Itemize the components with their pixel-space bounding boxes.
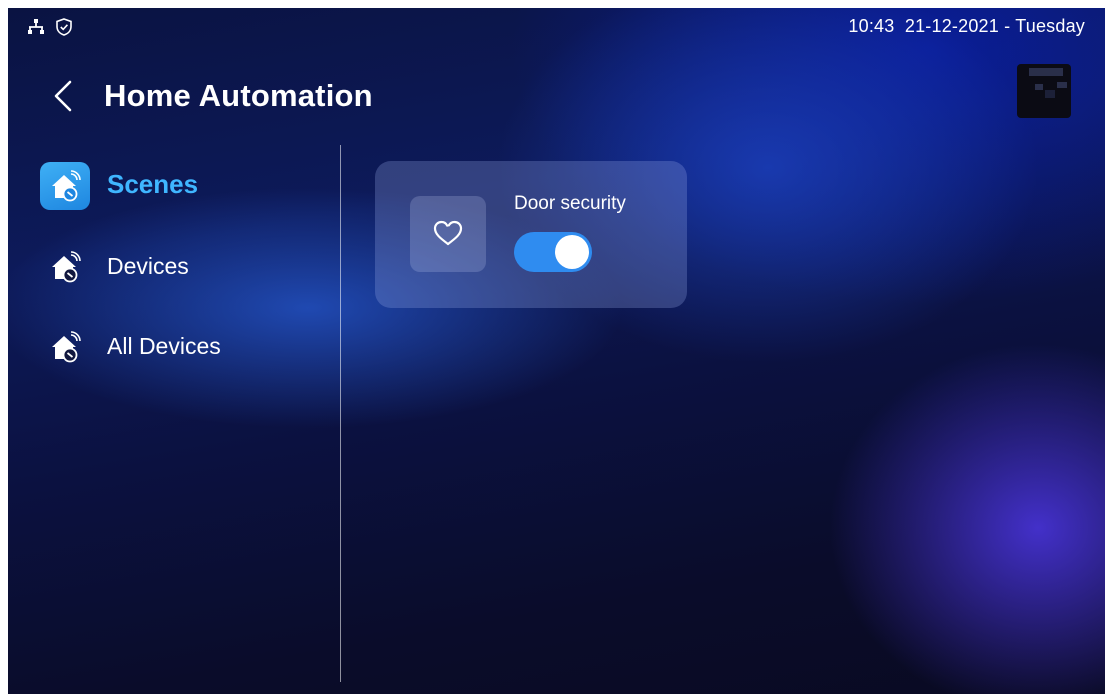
sidebar-divider [340, 145, 341, 682]
network-icon [26, 17, 46, 37]
sidebar-item-label: All Devices [107, 333, 221, 359]
toggle-knob [555, 235, 589, 269]
back-button[interactable] [48, 76, 78, 116]
smart-home-icon [52, 170, 81, 202]
status-clock: 10:43 21-12-2021 - Tuesday [848, 16, 1085, 37]
status-date: 21-12-2021 - Tuesday [904, 16, 1085, 36]
sidebar-item-devices[interactable]: Devices [40, 241, 320, 293]
scene-name: Door security [514, 193, 626, 214]
sidebar-icon-box [40, 162, 90, 210]
sidebar-icon-box [40, 243, 90, 291]
header: Home Automation [8, 70, 1105, 120]
scene-icon-tile[interactable] [410, 196, 486, 272]
shield-check-icon [54, 17, 74, 37]
status-bar: 10:43 21-12-2021 - Tuesday [8, 8, 1105, 48]
status-time: 10:43 [848, 16, 895, 36]
sidebar-item-all-devices[interactable]: All Devices [40, 321, 320, 373]
sidebar-item-scenes[interactable]: Scenes [40, 160, 320, 212]
sidebar-item-label: Devices [107, 253, 189, 279]
corner-widget [1013, 60, 1075, 122]
page-title: Home Automation [104, 78, 373, 113]
screen: 10:43 21-12-2021 - Tuesday Home Automati… [8, 8, 1105, 694]
sidebar-item-label: Scenes [107, 169, 199, 199]
smart-home-icon [52, 251, 81, 283]
chevron-left-icon [54, 80, 72, 112]
heart-icon [433, 220, 463, 246]
sidebar-icon-box [40, 323, 90, 371]
scene-toggle[interactable] [514, 232, 592, 272]
smart-home-icon [52, 331, 81, 363]
scene-card-door-security[interactable]: Door security [375, 161, 687, 308]
